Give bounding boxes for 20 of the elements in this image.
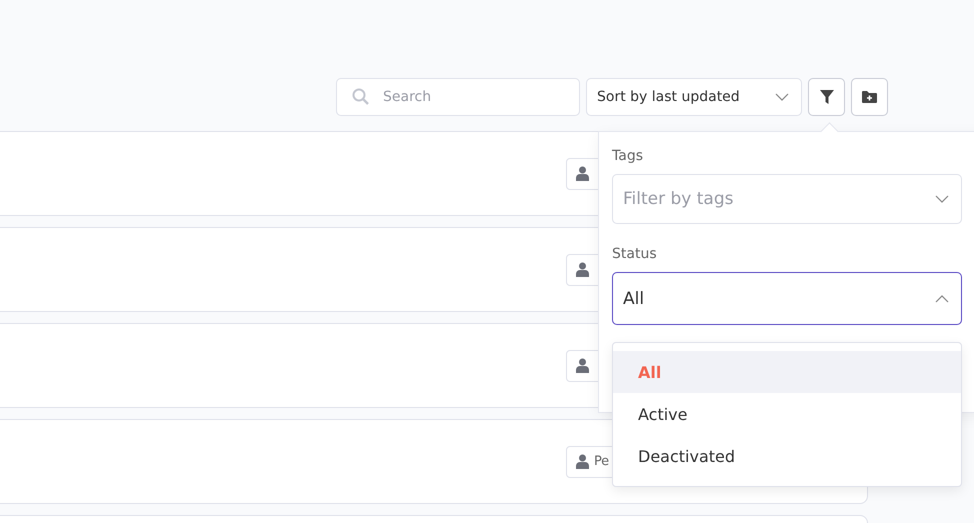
chevron-down-icon [775,93,789,101]
search-icon [352,88,369,105]
status-label: Status [612,246,658,262]
person-icon [576,358,589,373]
tags-label: Tags [612,148,644,164]
chevron-up-icon [935,294,949,302]
filter-button[interactable] [808,78,845,116]
status-dropdown[interactable]: All [612,272,962,325]
search-field[interactable]: Search [336,78,580,116]
funnel-icon [820,90,834,104]
chevron-down-icon [935,195,949,203]
new-folder-button[interactable] [851,78,888,116]
folder-plus-icon [862,91,877,103]
status-option[interactable]: Active [613,393,961,435]
person-icon [576,454,589,469]
sort-dropdown[interactable]: Sort by last updated [586,78,802,116]
person-icon [576,166,589,181]
person-icon [576,262,589,277]
owner-name: Pe [594,454,609,469]
status-option[interactable]: Deactivated [613,435,961,477]
